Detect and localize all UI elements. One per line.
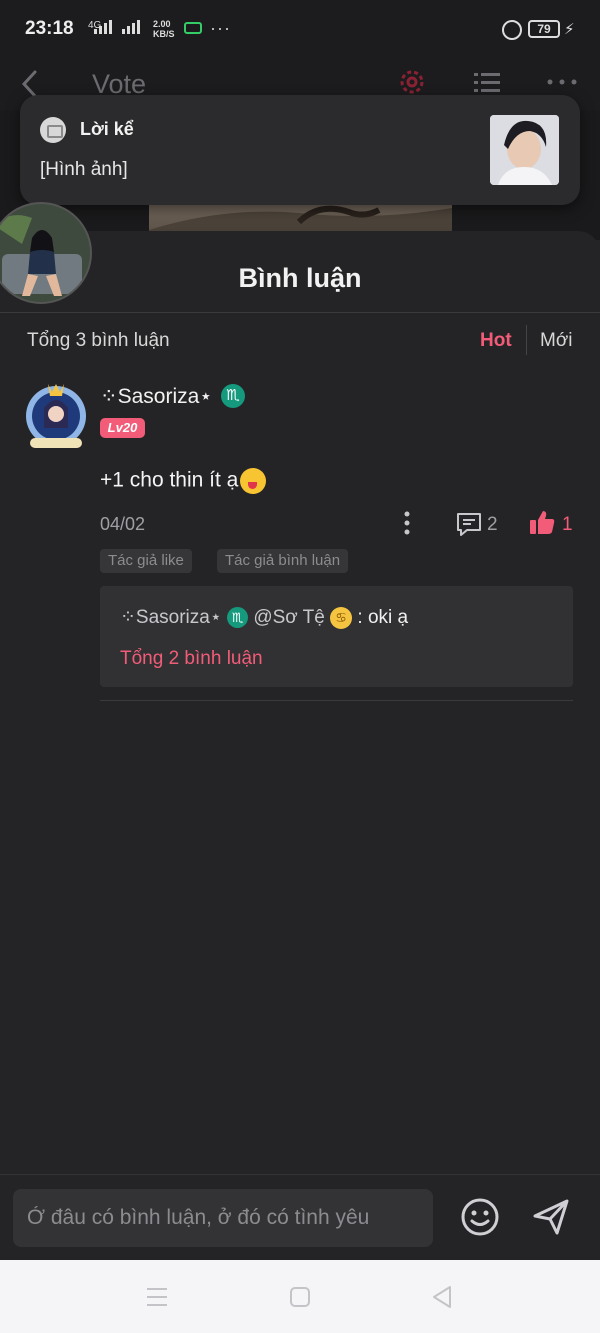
home-icon[interactable] xyxy=(289,1286,311,1308)
recent-apps-icon[interactable] xyxy=(145,1286,169,1308)
notification-banner[interactable]: Lời kể [Hình ảnh] xyxy=(20,95,580,205)
status-bar: 23:18 4G 2.00 KB/S ··· 79 ⚡ xyxy=(0,0,600,60)
comment-input[interactable] xyxy=(13,1189,433,1247)
yum-emoji-icon xyxy=(240,468,267,494)
sort-new-tab[interactable]: Mới xyxy=(540,330,573,352)
notification-thumbnail xyxy=(490,115,559,185)
zodiac-cancer-icon: ♋ xyxy=(330,606,353,629)
sort-divider xyxy=(526,325,527,355)
comment-more-icon[interactable] xyxy=(402,510,412,536)
battery-icon: 79 xyxy=(528,20,560,38)
send-icon[interactable] xyxy=(530,1196,572,1238)
commenter-avatar[interactable] xyxy=(22,378,90,450)
system-back-icon[interactable] xyxy=(430,1284,454,1310)
comments-title: Bình luận xyxy=(238,263,362,293)
reply-text: : oki ạ xyxy=(357,607,409,628)
signal-icon-2 xyxy=(122,20,140,34)
alarm-icon xyxy=(502,20,522,40)
reply-total-link[interactable]: Tổng 2 bình luận xyxy=(120,648,263,670)
more-options-icon[interactable] xyxy=(546,72,578,92)
commenter-name[interactable]: ⁘Sasoriza⋆ xyxy=(100,384,212,409)
comment-text: +1 cho thin ít ạ xyxy=(100,468,267,494)
reply-mention[interactable]: @Sơ Tệ xyxy=(253,607,325,628)
zodiac-scorpio-icon: ♏ xyxy=(221,384,245,408)
speed-unit: KB/S xyxy=(153,29,175,39)
app-notification-icon xyxy=(184,22,202,34)
system-nav-bar xyxy=(0,1260,600,1333)
sort-hot-tab[interactable]: Hot xyxy=(480,330,512,352)
tag-author-commented: Tác giả bình luận xyxy=(217,549,349,573)
comment-divider xyxy=(100,700,573,701)
gear-icon[interactable] xyxy=(396,66,428,98)
comments-total: Tổng 3 bình luận xyxy=(27,330,170,351)
reply-icon[interactable] xyxy=(455,510,483,538)
chat-app-icon xyxy=(40,117,66,143)
comment-input-bar xyxy=(0,1174,600,1260)
thumbs-up-icon[interactable] xyxy=(528,508,556,536)
network-speed: 2.00 KB/S xyxy=(153,19,175,39)
notification-thumbnail-art xyxy=(490,115,559,185)
zodiac-scorpio-icon: ♏ xyxy=(227,607,249,629)
status-time: 23:18 xyxy=(25,18,74,39)
reply-preview[interactable]: ⁘Sasoriza⋆ ♏ @Sơ Tệ ♋ : oki ạ Tổng 2 bìn… xyxy=(100,586,573,687)
tag-author-liked: Tác giả like xyxy=(100,549,192,573)
comment-date: 04/02 xyxy=(100,514,146,534)
speed-value: 2.00 xyxy=(153,19,171,29)
signal-icon xyxy=(94,20,112,34)
title-divider xyxy=(0,312,600,313)
more-notifications-icon: ··· xyxy=(210,18,231,38)
reply-line: ⁘Sasoriza⋆ ♏ @Sơ Tệ ♋ : oki ạ xyxy=(120,606,408,629)
charging-icon: ⚡ xyxy=(564,21,575,38)
comments-panel xyxy=(0,231,600,1181)
reply-count: 2 xyxy=(487,514,498,535)
reply-username[interactable]: ⁘Sasoriza⋆ xyxy=(120,607,222,628)
like-count: 1 xyxy=(562,514,573,535)
level-badge: Lv20 xyxy=(100,418,145,438)
emoji-picker-icon[interactable] xyxy=(459,1196,501,1238)
comment-body: +1 cho thin ít ạ xyxy=(100,468,239,492)
list-icon[interactable] xyxy=(472,68,502,98)
notification-message: [Hình ảnh] xyxy=(40,159,128,180)
notification-app-name: Lời kể xyxy=(80,119,134,139)
